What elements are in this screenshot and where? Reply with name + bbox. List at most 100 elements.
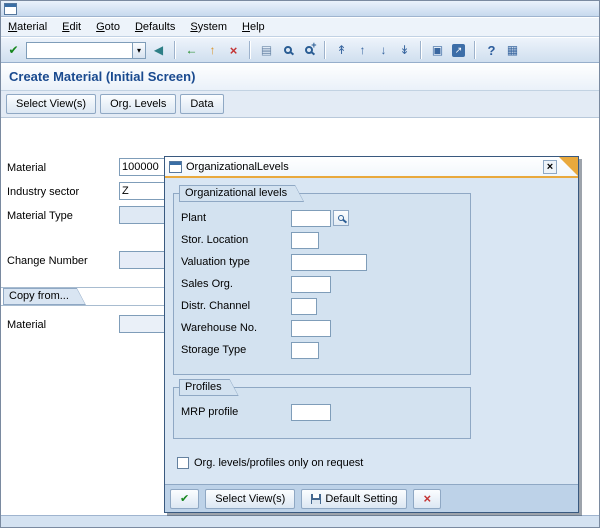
dialog-select-views-button[interactable]: Select View(s): [205, 488, 296, 509]
menu-item-goto[interactable]: Goto: [96, 21, 120, 33]
command-field-wrap: ▾: [26, 41, 146, 59]
mrp-profile-input[interactable]: [291, 403, 331, 421]
print-icon[interactable]: ▤: [258, 41, 275, 60]
copy-material-label: Material: [7, 319, 47, 331]
shortcut-icon[interactable]: ↗: [450, 41, 467, 60]
close-icon[interactable]: ×: [543, 160, 557, 174]
valuation-type-input[interactable]: [291, 253, 367, 271]
org-levels-request-label: Org. levels/profiles only on request: [194, 457, 364, 469]
magnifier-glyph: [338, 215, 344, 221]
dialog-title: OrganizationalLevels: [186, 160, 289, 173]
menu-bar: Material Edit Goto Defaults System Help: [1, 18, 599, 37]
industry-sector-label: Industry sector: [7, 186, 80, 198]
find-next-icon[interactable]: [300, 40, 317, 60]
warehouse-no-input[interactable]: [291, 319, 331, 337]
application-toolbar: Select View(s) Org. Levels Data: [1, 91, 599, 118]
field-row-distr-channel: Distr. Channel: [174, 295, 470, 317]
help-icon[interactable]: ?: [483, 41, 500, 60]
select-views-button[interactable]: Select View(s): [6, 94, 97, 114]
sales-org-input[interactable]: [291, 275, 331, 293]
change-number-label: Change Number: [7, 255, 88, 267]
customize-layout-icon[interactable]: ▦: [504, 41, 521, 60]
toolbar-separator: [474, 41, 476, 59]
previous-page-icon[interactable]: ↑: [354, 41, 371, 60]
window-titlebar: [1, 1, 599, 17]
material-label: Material: [7, 162, 47, 174]
org-levels-group-tab: Organizational levels: [179, 185, 304, 202]
confirm-button[interactable]: ✔: [170, 488, 200, 509]
command-collapse-icon[interactable]: ◀: [150, 41, 167, 60]
default-setting-button[interactable]: Default Setting: [301, 488, 408, 509]
command-field[interactable]: [26, 41, 132, 59]
command-history-icon[interactable]: ▾: [132, 41, 146, 59]
dialog-footer: ✔ Select View(s) Default Setting ×: [165, 484, 578, 512]
next-page-icon[interactable]: ↓: [375, 41, 392, 60]
distr-channel-input[interactable]: [291, 297, 317, 315]
profiles-group-tab: Profiles: [179, 379, 239, 396]
copy-from-group-title: Copy from...: [4, 289, 85, 304]
material-type-label: Material Type: [7, 210, 73, 222]
distr-channel-label: Distr. Channel: [181, 300, 251, 312]
sales-org-label: Sales Org.: [181, 278, 233, 290]
field-row-warehouse-no: Warehouse No.: [174, 317, 470, 339]
default-setting-label: Default Setting: [325, 492, 398, 505]
sap-window-icon: [4, 2, 17, 15]
field-row-mrp-profile: MRP profile: [174, 401, 470, 423]
first-page-icon[interactable]: ↟: [333, 41, 350, 60]
storage-location-label: Stor. Location: [181, 234, 249, 246]
exit-icon[interactable]: ↑: [204, 41, 221, 60]
check-icon: ✔: [180, 493, 190, 505]
magnifier-glyph: [283, 46, 292, 54]
menu-item-material[interactable]: Material: [8, 21, 47, 33]
menu-item-edit[interactable]: Edit: [62, 21, 81, 33]
value-help-icon[interactable]: [333, 210, 349, 226]
warehouse-no-label: Warehouse No.: [181, 322, 258, 334]
screen-titlebar: Create Material (Initial Screen): [1, 63, 599, 91]
toolbar-separator: [324, 41, 326, 59]
plant-label: Plant: [181, 212, 207, 224]
dialog-icon: [169, 160, 182, 173]
field-row-storage-location: Stor. Location: [174, 229, 470, 251]
status-bar: [1, 515, 599, 527]
save-icon: [311, 493, 322, 504]
org-levels-group: Organizational levels Plant Stor. Locati…: [173, 193, 471, 375]
mrp-profile-label: MRP profile: [181, 406, 239, 418]
back-icon[interactable]: ←: [183, 41, 200, 60]
field-row-plant: Plant: [174, 207, 470, 229]
menu-item-help[interactable]: Help: [242, 21, 265, 33]
enter-icon[interactable]: ✔: [5, 41, 22, 60]
profiles-group-title: Profiles: [180, 380, 238, 395]
dialog-corner-accent: [559, 157, 578, 176]
valuation-type-label: Valuation type: [181, 256, 250, 268]
magnifier-plus-glyph: [304, 40, 317, 54]
copy-from-group-tab: Copy from...: [3, 288, 86, 305]
new-session-icon[interactable]: ▣: [429, 41, 446, 60]
menu-item-defaults[interactable]: Defaults: [135, 21, 175, 33]
field-row-valuation-type: Valuation type: [174, 251, 470, 273]
shortcut-glyph: ↗: [452, 43, 465, 57]
org-levels-group-title: Organizational levels: [180, 186, 303, 201]
cancel-icon[interactable]: ×: [225, 41, 242, 60]
dialog-titlebar: OrganizationalLevels ×: [165, 157, 578, 178]
request-checkbox-row: Org. levels/profiles only on request: [177, 457, 363, 469]
org-levels-request-checkbox[interactable]: [177, 457, 189, 469]
toolbar-separator: [174, 41, 176, 59]
find-icon[interactable]: [279, 41, 296, 60]
field-row-sales-org: Sales Org.: [174, 273, 470, 295]
last-page-icon[interactable]: ↡: [396, 41, 413, 60]
plant-input[interactable]: [291, 209, 331, 227]
x-icon: ×: [423, 491, 432, 506]
standard-toolbar: ✔ ▾ ◀ ← ↑ × ▤ ↟ ↑ ↓ ↡ ▣ ↗ ? ▦: [1, 38, 599, 63]
page-title: Create Material (Initial Screen): [9, 69, 196, 84]
profiles-group: Profiles MRP profile: [173, 387, 471, 439]
org-levels-button[interactable]: Org. Levels: [100, 94, 177, 114]
storage-location-input[interactable]: [291, 231, 319, 249]
sap-window: Material Edit Goto Defaults System Help …: [0, 0, 600, 528]
menu-item-system[interactable]: System: [190, 21, 227, 33]
field-row-storage-type: Storage Type: [174, 339, 470, 361]
storage-type-input[interactable]: [291, 341, 319, 359]
storage-type-label: Storage Type: [181, 344, 247, 356]
toolbar-separator: [249, 41, 251, 59]
cancel-button[interactable]: ×: [413, 488, 442, 509]
data-button[interactable]: Data: [180, 94, 224, 114]
